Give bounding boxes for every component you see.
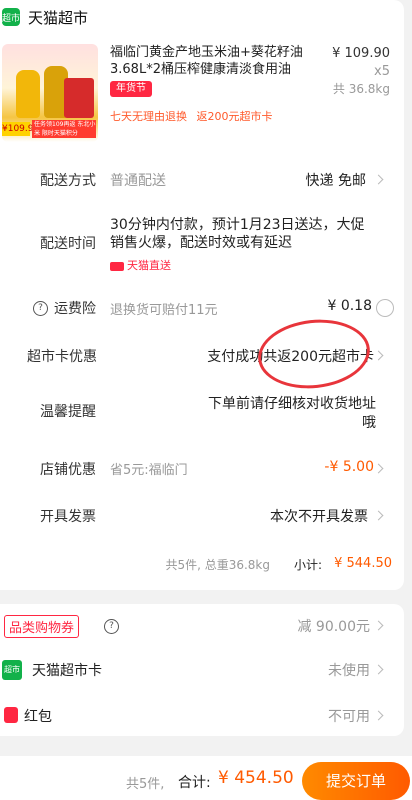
chevron-right-icon: [373, 710, 384, 721]
product-quantity: x5: [374, 64, 390, 79]
red-packet-label: 红包: [24, 709, 52, 725]
delivery-method-right: 快递 免邮: [305, 173, 366, 189]
invoice-value: 本次不开具发票: [270, 509, 368, 525]
order-card: 超市 天猫超市 ¥109.9 任务领109再返 东北小米 限时天猫积分 福临门黄…: [0, 0, 404, 590]
coupon-value: 减 90.00元: [297, 619, 370, 635]
delivery-method-row[interactable]: 配送方式 普通配送 快递 免邮: [0, 170, 404, 190]
submit-order-button[interactable]: 提交订单: [302, 762, 410, 800]
footer-total: ¥ 454.50: [218, 768, 294, 788]
red-packet-row[interactable]: 红包 不可用: [0, 706, 404, 726]
help-icon[interactable]: ?: [104, 619, 119, 634]
store-discount-label: 店铺优惠: [40, 462, 96, 478]
store-discount-row[interactable]: 店铺优惠 省5元:福临门 -¥ 5.00: [0, 459, 404, 479]
image-price: ¥109.9: [2, 122, 34, 136]
tmall-cat-icon: [110, 261, 124, 271]
subtotal-summary: 共5件, 总重36.8kg: [165, 558, 270, 572]
oil-bottle-icon: [16, 70, 40, 118]
shipping-insurance-row[interactable]: ? 运费险 退换货可赔付11元 ¥ 0.18: [0, 298, 404, 318]
delivery-time-row: 配送时间 30分钟内付款，预计1月23日送达，大促销售火爆，配送时效或有延迟 天…: [0, 216, 404, 276]
chevron-right-icon: [373, 174, 384, 185]
invoice-label: 开具发票: [40, 509, 96, 525]
chevron-right-icon: [373, 350, 384, 361]
shipping-insurance-desc: 退换货可赔付11元: [110, 303, 218, 318]
store-header[interactable]: 超市 天猫超市: [0, 0, 404, 34]
service-tags: 七天无理由退换 返200元超市卡: [110, 110, 273, 123]
product-price: ¥ 109.90: [332, 46, 390, 61]
invoice-row[interactable]: 开具发票 本次不开具发票: [0, 506, 404, 526]
red-packet-value: 不可用: [328, 709, 370, 725]
supermarket-card-label: 超市卡优惠: [27, 349, 97, 365]
product-weight: 共 36.8kg: [332, 82, 390, 96]
notice-value: 下单前请仔细核对收货地址哦: [208, 396, 376, 431]
chevron-right-icon: [373, 510, 384, 521]
footer-count: 共5件,: [126, 777, 165, 792]
delivery-method-value: 普通配送: [110, 173, 166, 189]
coupon-label: 品类购物券: [4, 615, 80, 638]
delivery-time-label: 配送时间: [40, 236, 96, 252]
tmall-card-row[interactable]: 超市 天猫超市卡 未使用: [0, 660, 404, 680]
subtotal-label: 小计:: [293, 558, 322, 572]
notice-row: 温馨提醒 下单前请仔细核对收货地址哦: [0, 395, 404, 435]
product-title[interactable]: 福临门黄金产地玉米油+葵花籽油3.68L*2桶压榨健康清淡食用油: [110, 44, 320, 78]
red-packet-icon: [4, 707, 18, 723]
image-promo: 任务领109再返 东北小米 限时天猫积分: [32, 120, 96, 138]
chevron-right-icon: [373, 620, 384, 631]
gift-box-icon: [64, 78, 94, 118]
store-name: 天猫超市: [28, 8, 89, 27]
store-discount-desc: 省5元:福临门: [110, 463, 188, 478]
shipping-insurance-price: ¥ 0.18: [327, 298, 372, 314]
delivery-time-value: 30分钟内付款，预计1月23日送达，大促销售火爆，配送时效或有延迟: [110, 217, 365, 251]
shipping-insurance-label: 运费险: [54, 301, 96, 317]
notice-label: 温馨提醒: [40, 404, 96, 420]
help-icon[interactable]: ?: [33, 301, 48, 316]
chevron-right-icon: [373, 463, 384, 474]
tmall-supermarket-logo: 超市: [2, 660, 22, 680]
subtotal-amount: ¥ 544.50: [334, 556, 392, 571]
coupon-row[interactable]: 品类购物券 ? 减 90.00元: [0, 615, 404, 638]
shipping-insurance-toggle[interactable]: [376, 299, 394, 317]
tmall-direct-brand: 天猫直送: [110, 257, 171, 273]
tmall-supermarket-logo: 超市: [2, 8, 20, 26]
new-year-badge: 年货节: [110, 81, 152, 97]
footer-total-label: 合计:: [178, 775, 211, 791]
tmall-card-value: 未使用: [328, 663, 370, 679]
tmall-card-label: 天猫超市卡: [32, 663, 102, 679]
store-discount-value: -¥ 5.00: [324, 459, 374, 475]
tmall-direct-label: 天猫直送: [127, 259, 171, 272]
delivery-method-label: 配送方式: [40, 173, 96, 189]
subtotal-row: 共5件, 总重36.8kg 小计: ¥ 544.50: [0, 556, 404, 574]
discounts-card: 品类购物券 ? 减 90.00元 超市 天猫超市卡 未使用 红包 不可用: [0, 604, 404, 736]
chevron-right-icon: [373, 664, 384, 675]
product-image[interactable]: ¥109.9 任务领109再返 东北小米 限时天猫积分: [2, 44, 98, 142]
